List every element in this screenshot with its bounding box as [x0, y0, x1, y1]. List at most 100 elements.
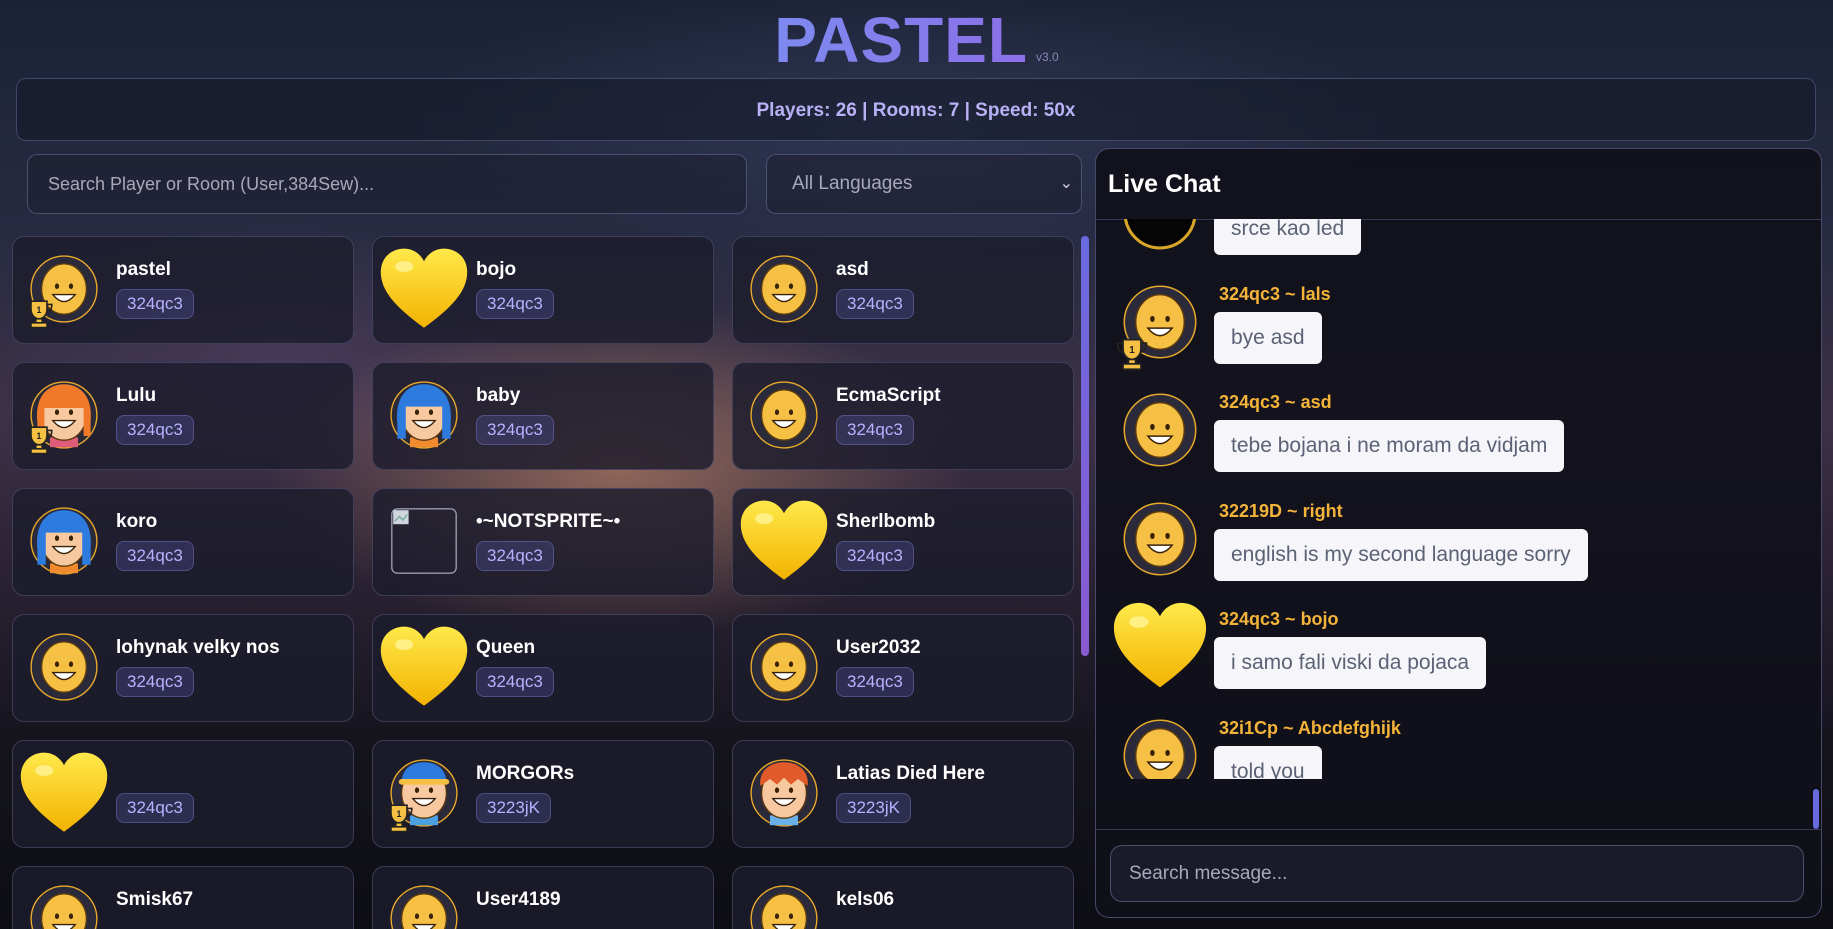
chat-message: srce kao led: [1096, 219, 1796, 279]
player-name: User2032: [836, 637, 921, 658]
player-grid: 1 pastel 324qc3 bojo 324qc3 asd 324qc3 1 Lulu…: [12, 236, 1076, 929]
room-tag[interactable]: 324qc3: [116, 793, 194, 823]
chat-avatar: 1: [1116, 284, 1198, 370]
player-avatar: [29, 884, 99, 929]
player-name: lohynak velky nos: [116, 637, 280, 658]
player-card[interactable]: Queen 324qc3: [372, 614, 714, 722]
avatar-smiley: [30, 885, 98, 929]
player-card[interactable]: 324qc3: [12, 740, 354, 848]
chat-message: 32i1Cp ~ Abcdefghijk told you: [1096, 712, 1796, 779]
player-card[interactable]: kels06: [732, 866, 1074, 929]
chat-bubble: i samo fali viski da pojaca: [1214, 637, 1487, 689]
room-tag[interactable]: 324qc3: [476, 541, 554, 571]
player-avatar: [389, 380, 459, 450]
player-name: Lulu: [116, 385, 157, 406]
player-avatar: 1: [25, 254, 99, 329]
language-select[interactable]: All Languages ⌄: [766, 154, 1082, 214]
player-name: baby: [476, 385, 521, 406]
chat-author: 324qc3 ~ lals: [1219, 283, 1331, 304]
room-tag[interactable]: 324qc3: [476, 289, 554, 319]
player-avatar: 1: [25, 380, 99, 455]
room-tag[interactable]: 3223jK: [476, 793, 551, 823]
player-card[interactable]: Latias Died Here 3223jK: [732, 740, 1074, 848]
chat-avatar: [1122, 718, 1198, 779]
player-name: kels06: [836, 889, 895, 910]
player-avatar: [749, 632, 819, 702]
player-card[interactable]: asd 324qc3: [732, 236, 1074, 344]
svg-text:1: 1: [37, 305, 42, 315]
player-avatar: [749, 758, 819, 828]
player-name: EcmaScript: [836, 385, 941, 406]
player-avatar: [739, 497, 829, 587]
player-name: Queen: [476, 637, 536, 658]
chat-scrollbar[interactable]: [1813, 789, 1819, 829]
room-tag[interactable]: 324qc3: [116, 667, 194, 697]
player-avatar: [379, 623, 469, 713]
room-tag[interactable]: 324qc3: [836, 289, 914, 319]
chat-author: 324qc3 ~ asd: [1219, 392, 1332, 412]
chat-message-input[interactable]: [1110, 845, 1804, 902]
chat-bubble: tebe bojana i ne moram da vidjam: [1214, 420, 1565, 472]
player-card[interactable]: User4189: [372, 866, 714, 929]
player-name: Smisk67: [116, 889, 194, 910]
room-tag[interactable]: 324qc3: [116, 289, 194, 319]
player-card[interactable]: lohynak velky nos 324qc3: [12, 614, 354, 722]
trophy-icon: 1: [385, 804, 413, 833]
chat-bubble: bye asd: [1214, 311, 1322, 364]
chat-avatar: [1122, 392, 1198, 468]
player-card[interactable]: Sherlbomb 324qc3: [732, 488, 1074, 596]
avatar-girl-blue: [390, 381, 458, 449]
player-name: bojo: [476, 259, 517, 280]
player-name: MORGORs: [476, 763, 575, 784]
player-card[interactable]: 1 pastel 324qc3: [12, 236, 354, 344]
player-card[interactable]: 1 Lulu 324qc3: [12, 362, 354, 470]
svg-text:1: 1: [397, 809, 402, 819]
room-tag[interactable]: 324qc3: [116, 415, 194, 445]
player-card[interactable]: koro 324qc3: [12, 488, 354, 596]
avatar-smiley: [750, 381, 818, 449]
heart-icon: [380, 626, 468, 706]
chat-message: 32219D ~ right english is my second langu…: [1096, 495, 1796, 605]
avatar-boy-red: [750, 759, 818, 827]
language-select-value: All Languages: [792, 173, 913, 194]
chat-messages: srce kao led 1 324qc3 ~ lals bye asd 324qc…: [1096, 219, 1821, 779]
room-tag[interactable]: 324qc3: [116, 541, 194, 571]
live-chat-panel: Live Chat srce kao led 1 324qc3 ~ lals bye…: [1095, 148, 1822, 918]
chat-title: Live Chat: [1096, 149, 1821, 220]
room-tag[interactable]: 324qc3: [836, 667, 914, 697]
player-card[interactable]: Smisk67: [12, 866, 354, 929]
player-card[interactable]: bojo 324qc3: [372, 236, 714, 344]
chat-avatar: [1122, 219, 1198, 251]
player-list-scrollbar[interactable]: [1081, 236, 1089, 656]
room-tag[interactable]: 3223jK: [836, 793, 911, 823]
player-card[interactable]: User2032 324qc3: [732, 614, 1074, 722]
room-tag[interactable]: 324qc3: [836, 415, 914, 445]
header: PASTEL v3.0: [0, 0, 1833, 78]
chat-author: 32i1Cp ~ Abcdefghijk: [1219, 717, 1401, 738]
trophy-icon: 1: [1116, 338, 1148, 370]
chat-bubble: english is my second language sorry: [1214, 528, 1588, 581]
chat-footer: [1096, 829, 1821, 917]
player-name: pastel: [116, 259, 171, 280]
room-tag[interactable]: 324qc3: [476, 667, 554, 697]
room-tag[interactable]: 324qc3: [476, 415, 554, 445]
player-avatar: 1: [385, 758, 459, 833]
player-card[interactable]: •~NOTSPRITE~• 324qc3: [372, 488, 714, 596]
player-avatar: [749, 884, 819, 929]
heart-icon: [740, 500, 828, 580]
avatar-black-circle: [1124, 219, 1196, 250]
room-tag[interactable]: 324qc3: [836, 541, 914, 571]
player-search-input[interactable]: [27, 154, 747, 214]
player-name: •~NOTSPRITE~•: [476, 511, 621, 532]
avatar-smiley: [750, 255, 818, 323]
svg-text:1: 1: [37, 431, 42, 441]
avatar-smiley: [30, 633, 98, 701]
chat-message: 1 324qc3 ~ lals bye asd: [1096, 278, 1796, 388]
chat-avatar: [1122, 501, 1198, 577]
player-card[interactable]: baby 324qc3: [372, 362, 714, 470]
player-avatar: [29, 632, 99, 702]
player-name: Latias Died Here: [836, 763, 985, 784]
player-card[interactable]: 1 MORGORs 3223jK: [372, 740, 714, 848]
chat-avatar: [1112, 599, 1207, 688]
player-card[interactable]: EcmaScript 324qc3: [732, 362, 1074, 470]
